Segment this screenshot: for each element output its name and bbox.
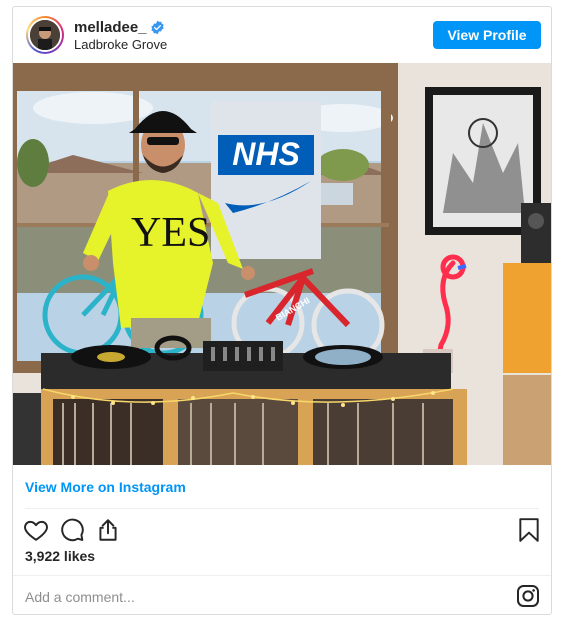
view-profile-button[interactable]: View Profile	[433, 21, 541, 49]
avatar[interactable]	[26, 16, 64, 54]
view-more-link[interactable]: View More on Instagram	[25, 479, 186, 495]
divider	[25, 508, 539, 509]
share-icon[interactable]	[95, 517, 121, 543]
likes-count[interactable]: 3,922 likes	[25, 548, 95, 564]
instagram-embed-card: melladee_ Ladbroke Grove View Profile NH…	[12, 6, 552, 615]
post-header: melladee_ Ladbroke Grove View Profile	[13, 7, 551, 63]
avatar-image	[28, 18, 62, 52]
comment-input[interactable]: Add a comment...	[25, 589, 135, 605]
poster-nhs-text: NHS	[232, 136, 300, 172]
shirt-yes-text: YES	[131, 210, 210, 256]
post-photo[interactable]: NHS BIANCHI YES	[13, 63, 551, 465]
verified-badge-icon	[151, 20, 164, 35]
location-link[interactable]: Ladbroke Grove	[74, 37, 167, 52]
instagram-logo-icon[interactable]	[516, 584, 540, 608]
comment-box: Add a comment...	[13, 575, 551, 615]
username[interactable]: melladee_	[74, 19, 147, 36]
comment-icon[interactable]	[59, 517, 85, 543]
heart-icon[interactable]	[23, 517, 49, 543]
bookmark-icon[interactable]	[516, 517, 542, 543]
